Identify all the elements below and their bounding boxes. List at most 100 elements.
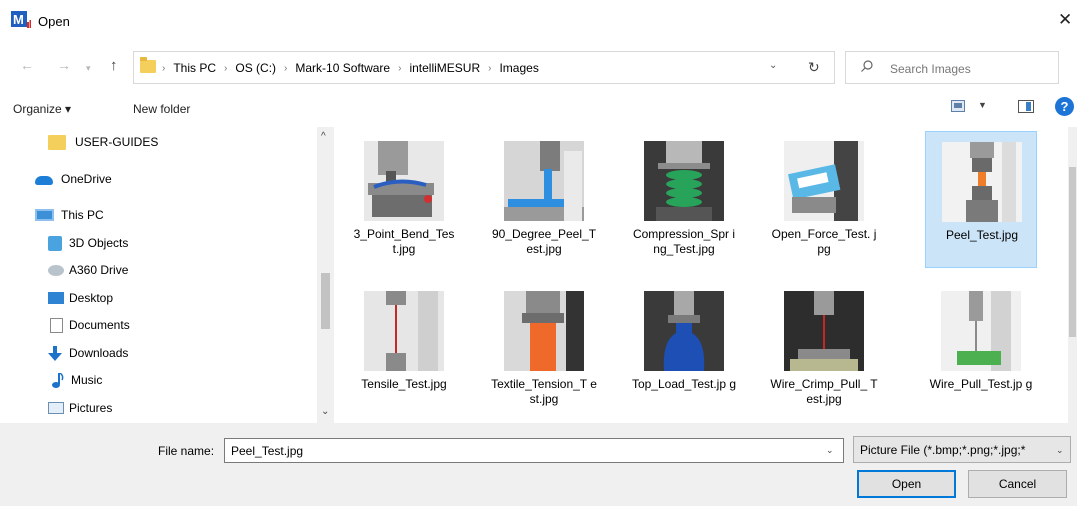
file-name: Wire_Pull_Test.jp g [929, 377, 1033, 391]
file-item[interactable]: Open_Force_Test. jpg [768, 131, 880, 268]
drive-icon [48, 264, 64, 276]
cancel-button[interactable]: Cancel [968, 470, 1067, 498]
breadcrumb-item[interactable]: This PC [173, 61, 216, 75]
file-type-select[interactable]: Picture File (*.bmp;*.png;*.jpg;* [853, 436, 1071, 463]
file-name: Top_Load_Test.jp g [631, 377, 737, 391]
file-item[interactable]: Tensile_Test.jpg [348, 281, 460, 418]
chevron-down-icon[interactable]: ⌄ [1056, 445, 1064, 456]
nav-pane-scrollbar[interactable]: ^ ⌄ [317, 127, 334, 423]
image-thumbnail [504, 291, 584, 371]
up-arrow-icon[interactable]: ↑ [110, 57, 118, 74]
file-item[interactable]: 3_Point_Bend_Tes t.jpg [348, 131, 460, 268]
image-thumbnail [784, 291, 864, 371]
nav-item-user-guides[interactable]: USER-GUIDES [48, 131, 158, 153]
file-item[interactable]: Top_Load_Test.jp g [628, 281, 740, 418]
image-thumbnail [364, 141, 444, 221]
nav-item-label: Music [71, 373, 103, 387]
image-thumbnail [644, 291, 724, 371]
search-box[interactable]: Search Images [845, 51, 1059, 84]
close-icon[interactable]: ✕ [1058, 10, 1072, 30]
scrollbar-thumb[interactable] [1069, 167, 1076, 337]
nav-item-label: Downloads [69, 346, 129, 360]
nav-item-3d-objects[interactable]: 3D Objects [48, 232, 128, 254]
chevron-right-icon[interactable]: › [488, 63, 491, 74]
mark10-app-icon: M [11, 11, 31, 28]
scroll-down-icon[interactable]: ⌄ [321, 406, 329, 417]
3d-objects-icon [48, 235, 62, 251]
nav-item-this-pc[interactable]: This PC [35, 204, 104, 226]
preview-pane-icon[interactable] [1018, 100, 1034, 113]
search-icon [861, 60, 873, 72]
chevron-right-icon[interactable]: › [224, 63, 227, 74]
file-name: Compression_Spr ing_Test.jpg [632, 227, 736, 256]
nav-item-desktop[interactable]: Desktop [48, 287, 113, 309]
scrollbar-thumb[interactable] [321, 273, 330, 329]
nav-item-label: Pictures [69, 401, 113, 415]
computer-icon [35, 209, 54, 221]
folder-icon [140, 57, 156, 73]
file-name: Open_Force_Test. jpg [771, 227, 877, 256]
refresh-icon[interactable]: ↻ [808, 59, 820, 76]
back-arrow-icon[interactable]: ← [20, 58, 34, 72]
nav-item-music[interactable]: Music [48, 369, 102, 391]
chevron-down-icon[interactable]: ▼ [978, 100, 987, 110]
nav-item-a360-drive[interactable]: A360 Drive [48, 259, 128, 281]
file-item[interactable]: Wire_Pull_Test.jp g [925, 281, 1037, 418]
image-thumbnail [784, 141, 864, 221]
file-name: 3_Point_Bend_Tes t.jpg [353, 227, 455, 256]
nav-item-label: Desktop [69, 291, 114, 305]
recent-locations-chevron-icon[interactable]: ▾ [86, 61, 91, 75]
file-name: Peel_Test.jpg [945, 228, 1019, 242]
navigation-pane: USER-GUIDES OneDrive This PC 3D Objects … [0, 127, 332, 423]
title-bar: M Open ✕ [0, 0, 1077, 42]
change-view-icon[interactable] [951, 100, 965, 112]
nav-item-onedrive[interactable]: OneDrive [35, 168, 112, 190]
chevron-down-icon[interactable]: ⌄ [826, 445, 834, 456]
file-item[interactable]: Wire_Crimp_Pull_ Test.jpg [768, 281, 880, 418]
nav-item-label: A360 Drive [69, 263, 129, 277]
help-icon[interactable]: ? [1055, 97, 1074, 116]
organize-button[interactable]: Organize ▾ [13, 102, 71, 116]
file-name: Tensile_Test.jpg [361, 377, 447, 391]
nav-item-label: OneDrive [61, 172, 112, 186]
file-name: 90_Degree_Peel_T est.jpg [491, 227, 597, 256]
file-item[interactable]: Textile_Tension_T est.jpg [488, 281, 600, 418]
image-thumbnail [364, 291, 444, 371]
chevron-right-icon[interactable]: › [398, 63, 401, 74]
documents-icon [50, 317, 63, 333]
file-list-scrollbar[interactable] [1068, 127, 1077, 423]
nav-item-documents[interactable]: Documents [48, 314, 130, 336]
nav-item-downloads[interactable]: Downloads [46, 342, 128, 364]
window-title: Open [38, 14, 70, 29]
image-thumbnail [942, 142, 1022, 222]
file-name: Wire_Crimp_Pull_ Test.jpg [770, 377, 878, 406]
breadcrumb: › This PC › OS (C:) › Mark-10 Software ›… [162, 61, 539, 75]
scroll-up-icon[interactable]: ^ [321, 131, 326, 142]
file-item[interactable]: 90_Degree_Peel_T est.jpg [488, 131, 600, 268]
address-bar[interactable]: › This PC › OS (C:) › Mark-10 Software ›… [133, 51, 835, 84]
nav-item-label: Documents [69, 318, 130, 332]
file-name-input[interactable]: Peel_Test.jpg [224, 438, 844, 463]
nav-item-label: This PC [61, 208, 104, 222]
chevron-right-icon[interactable]: › [284, 63, 287, 74]
file-item-selected[interactable]: Peel_Test.jpg [925, 131, 1037, 268]
chevron-right-icon: › [162, 62, 166, 74]
open-button[interactable]: Open [857, 470, 956, 498]
svg-text:M: M [13, 12, 24, 27]
breadcrumb-item[interactable]: Images [499, 61, 538, 75]
open-file-dialog: M Open ✕ ← → ▾ ↑ › This PC › OS (C:) › M… [0, 0, 1077, 506]
search-input[interactable]: Search Images [890, 62, 971, 76]
file-name: Textile_Tension_T est.jpg [491, 377, 597, 406]
new-folder-button[interactable]: New folder [133, 102, 190, 116]
forward-arrow-icon[interactable]: → [57, 58, 71, 72]
nav-item-pictures[interactable]: Pictures [48, 397, 112, 419]
image-thumbnail [941, 291, 1021, 371]
breadcrumb-item[interactable]: intelliMESUR [409, 61, 480, 75]
breadcrumb-item[interactable]: OS (C:) [235, 61, 276, 75]
chevron-down-icon[interactable]: ⌄ [769, 60, 777, 71]
breadcrumb-item[interactable]: Mark-10 Software [295, 61, 390, 75]
file-item[interactable]: Compression_Spr ing_Test.jpg [628, 131, 740, 268]
image-thumbnail [504, 141, 584, 221]
download-arrow-icon [48, 345, 62, 361]
image-thumbnail [644, 141, 724, 221]
